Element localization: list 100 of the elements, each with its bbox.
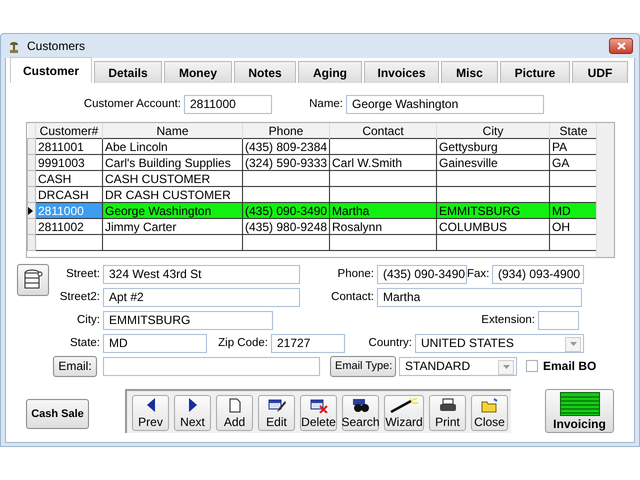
tab[interactable]: Misc — [441, 61, 498, 83]
field-label: Customer Account: — [82, 98, 182, 110]
tab[interactable]: Customer — [10, 57, 92, 83]
account-field[interactable]: 2811000 — [184, 94, 272, 114]
city-field[interactable]: EMMITSBURG — [103, 310, 273, 330]
delete-icon — [310, 398, 328, 413]
tab[interactable]: UDF — [572, 61, 628, 83]
email-field[interactable] — [103, 356, 320, 376]
ledger-icon — [560, 392, 600, 416]
table-row[interactable]: CASH CASH CUSTOMER — [28, 170, 598, 186]
table-cell: Rosalynn — [332, 220, 382, 234]
table-cell: 2811000 — [38, 204, 84, 218]
field-label: Name: — [308, 98, 344, 110]
app-icon — [7, 39, 21, 53]
email-type-button[interactable]: Email Type: — [330, 356, 396, 376]
table-cell: OH — [552, 220, 570, 234]
table-cell: 2811001 — [38, 140, 84, 154]
pencil-icon — [268, 398, 286, 413]
close-icon — [616, 42, 626, 50]
table-cell: Jimmy Carter — [105, 220, 176, 234]
table-cell: (435) 090-3490 — [245, 204, 328, 218]
table-row[interactable]: 2811002 Jimmy Carter (435) 980-9248 Rosalynn COLUMBUS OH — [28, 218, 598, 234]
table-cell: 2811002 — [38, 220, 84, 234]
field-label: Street2: — [58, 291, 101, 303]
country-select[interactable]: UNITED STATES — [415, 334, 584, 352]
table-cell: DR CASH CUSTOMER — [105, 188, 231, 202]
checkbox-label: Email BO — [543, 359, 596, 373]
field-label: Contact: — [330, 291, 375, 303]
tab[interactable]: Aging — [298, 61, 362, 83]
extension-field[interactable] — [538, 310, 579, 330]
street2-field[interactable]: Apt #2 — [103, 288, 300, 306]
table-cell: MD — [552, 204, 571, 218]
column-header[interactable]: Contact — [330, 123, 436, 138]
toolbar-button[interactable]: Prev — [132, 395, 169, 431]
field-label: Extension: — [480, 314, 536, 326]
field-label: Country: — [368, 337, 413, 349]
checkbox[interactable] — [526, 360, 538, 372]
window-title: Customers — [27, 39, 86, 53]
field-label: Fax: — [467, 268, 490, 280]
table-row[interactable]: 2811001 Abe Lincoln (435) 809-2384 Gettysburg PA — [28, 138, 598, 154]
table-cell: Carl W.Smith — [332, 156, 402, 170]
toolbar-button[interactable]: Delete — [300, 395, 337, 431]
table-cell: Abe Lincoln — [105, 140, 168, 154]
table-cell: 9991003 — [38, 156, 85, 170]
page-icon — [228, 398, 240, 413]
table-cell: PA — [552, 140, 568, 154]
column-header[interactable]: City — [436, 123, 550, 138]
toolbar-button[interactable]: Search — [342, 395, 379, 431]
phone-field[interactable]: (435) 090-3490 — [377, 264, 467, 284]
table-cell: (324) 590-9333 — [245, 156, 328, 170]
contact-field[interactable]: Martha — [377, 288, 582, 306]
table-cell: EMMITSBURG — [439, 204, 520, 218]
left-triangle-icon — [146, 398, 156, 412]
invoicing-button[interactable]: Invoicing — [545, 389, 614, 433]
table-cell: (435) 980-9248 — [245, 220, 328, 234]
cash-sale-button[interactable]: Cash Sale — [26, 399, 89, 429]
table-row[interactable]: 9991003 Carl's Building Supplies (324) 590-9333 Carl W.Smith Gainesville GA — [28, 154, 598, 170]
folder-icon — [480, 398, 498, 413]
toolbar-button[interactable]: Add — [216, 395, 253, 431]
database-icon — [23, 269, 43, 291]
database-button[interactable] — [17, 264, 49, 296]
right-triangle-icon — [188, 398, 198, 412]
field-label: Zip Code: — [217, 337, 269, 349]
toolbar-button[interactable]: Edit — [258, 395, 295, 431]
toolbar-button[interactable]: Print — [429, 395, 466, 431]
name-field[interactable]: George Washington — [346, 94, 544, 114]
field-label: Street: — [65, 268, 101, 280]
state-field[interactable]: MD — [103, 334, 207, 352]
tab[interactable]: Picture — [500, 61, 570, 83]
table-cell: Martha — [332, 204, 370, 218]
scrollbar[interactable] — [596, 123, 614, 257]
table-cell: (435) 809-2384 — [245, 140, 328, 154]
printer-icon — [438, 398, 456, 413]
column-header[interactable]: Customer# — [36, 123, 102, 138]
email-type-select[interactable]: STANDARD — [399, 356, 517, 376]
binoculars-icon — [352, 398, 370, 413]
toolbar-button[interactable]: Wizard — [384, 395, 424, 431]
column-header[interactable]: Name — [102, 123, 242, 138]
toolbar-button[interactable]: Next — [174, 395, 211, 431]
field-label: State: — [68, 337, 101, 349]
tab[interactable]: Notes — [234, 61, 296, 83]
field-label: Phone: — [336, 268, 375, 280]
fax-field[interactable]: (934) 093-4900 — [492, 264, 584, 284]
table-cell: CASH — [38, 172, 72, 186]
table-row[interactable]: 2811000 George Washington (435) 090-3490 Martha EMMITSBURG MD — [28, 202, 598, 218]
table-cell: Carl's Building Supplies — [105, 156, 231, 170]
column-header[interactable]: State — [550, 123, 598, 138]
tab[interactable]: Money — [164, 61, 232, 83]
tab[interactable]: Invoices — [364, 61, 439, 83]
wand-icon — [389, 398, 419, 413]
table-cell: DRCASH — [38, 188, 89, 202]
column-header[interactable]: Phone — [242, 123, 330, 138]
close-button[interactable] — [609, 38, 633, 54]
tab[interactable]: Details — [94, 61, 162, 83]
street-field[interactable]: 324 West 43rd St — [103, 264, 300, 284]
zip-field[interactable]: 21727 — [271, 334, 345, 352]
toolbar-button[interactable]: Close — [471, 395, 508, 431]
field-label: City: — [76, 314, 101, 326]
table-cell: George Washington — [105, 204, 212, 218]
email-button[interactable]: Email: — [53, 356, 97, 376]
